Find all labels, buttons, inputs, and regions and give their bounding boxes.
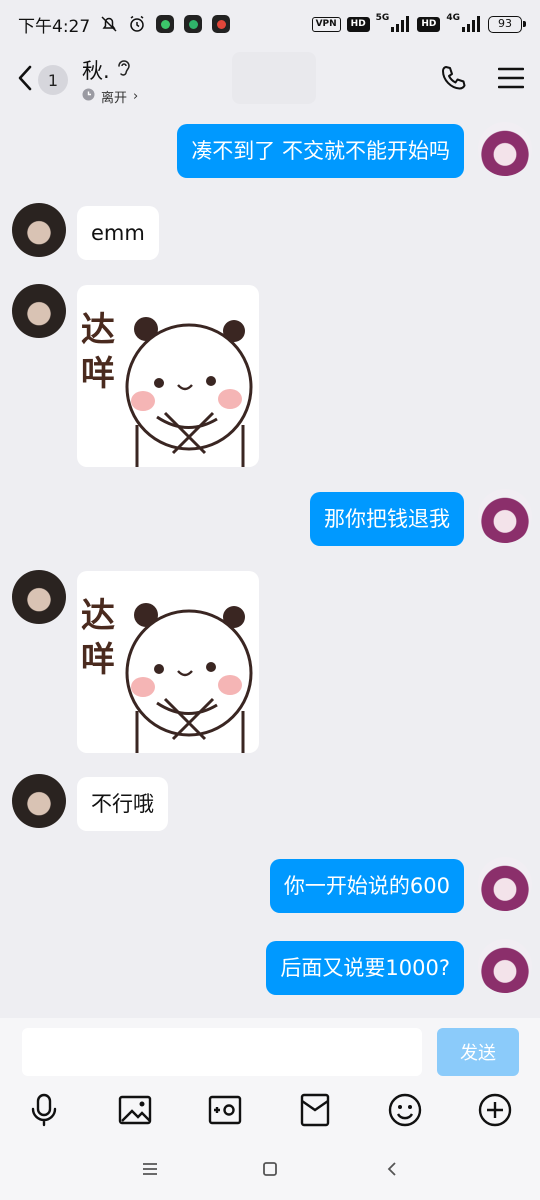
composer-area: 发送 xyxy=(0,1018,540,1200)
send-button[interactable]: 发送 xyxy=(437,1028,519,1076)
online-status[interactable]: 离开 › xyxy=(82,87,138,106)
home-icon[interactable] xyxy=(255,1156,285,1182)
battery-indicator: 93 xyxy=(488,15,526,33)
contact-avatar[interactable] xyxy=(12,774,66,828)
chat-title-block[interactable]: 秋. 离开 › xyxy=(82,55,138,106)
contact-avatar[interactable] xyxy=(12,203,66,257)
vpn-badge: VPN xyxy=(311,16,341,32)
self-avatar[interactable] xyxy=(478,939,532,993)
header-placeholder-block xyxy=(232,52,316,104)
network-type-1: 5G xyxy=(375,13,390,23)
status-text: 离开 xyxy=(101,90,128,106)
self-avatar[interactable] xyxy=(478,857,532,911)
wechat-app-icon xyxy=(156,15,175,33)
emoji-icon[interactable] xyxy=(385,1090,425,1130)
chevron-left-icon xyxy=(16,64,34,96)
self-avatar[interactable] xyxy=(478,122,532,176)
network-type-2: 4G xyxy=(446,13,460,23)
clock-icon xyxy=(82,88,95,105)
back-button[interactable]: 1 xyxy=(16,64,68,96)
status-time: 下午4:27 xyxy=(18,16,91,37)
sticker-message[interactable]: 达咩 xyxy=(77,285,259,467)
mic-icon[interactable] xyxy=(24,1090,64,1130)
signal-icon-2 xyxy=(462,16,482,32)
phone-call-button[interactable] xyxy=(440,65,466,95)
hd-badge-2: HD xyxy=(417,16,441,32)
message-bubble-self[interactable]: 凑不到了 不交就不能开始吗 xyxy=(177,124,464,178)
image-icon[interactable] xyxy=(115,1090,155,1130)
system-nav-bar xyxy=(0,1148,540,1190)
menu-button[interactable] xyxy=(497,67,525,93)
hd-badge-1: HD xyxy=(346,16,370,32)
message-bubble-self[interactable]: 那你把钱退我 xyxy=(310,492,464,546)
self-avatar[interactable] xyxy=(478,489,532,543)
contact-avatar[interactable] xyxy=(12,284,66,338)
red-packet-icon[interactable] xyxy=(295,1090,335,1130)
mute-bell-icon xyxy=(100,15,118,33)
chat-header: 1 秋. 离开 › xyxy=(0,48,540,112)
message-bubble-other[interactable]: 不行哦 xyxy=(77,777,168,831)
contact-name: 秋. xyxy=(82,58,110,83)
message-bubble-other[interactable]: emm xyxy=(77,206,159,260)
camera-icon[interactable] xyxy=(205,1090,245,1130)
red-app-icon xyxy=(212,15,231,33)
contact-avatar[interactable] xyxy=(12,570,66,624)
back-icon[interactable] xyxy=(377,1156,407,1182)
message-bubble-self[interactable]: 后面又说要1000? xyxy=(266,941,464,995)
message-bubble-self[interactable]: 你一开始说的600 xyxy=(269,859,464,913)
sticker-message[interactable]: 达咩 xyxy=(77,571,259,753)
ear-icon xyxy=(116,58,132,82)
shield-app-icon xyxy=(184,15,203,33)
menu-icon[interactable] xyxy=(135,1156,165,1182)
unread-count-badge: 1 xyxy=(38,65,68,95)
status-chevron-icon: › xyxy=(133,88,139,104)
alarm-icon xyxy=(128,15,146,33)
sticker-caption: 达咩 xyxy=(81,310,115,394)
status-bar: 下午4:27 VPN HD 5G HD 4G 93 xyxy=(0,0,540,48)
message-input[interactable] xyxy=(22,1028,422,1076)
composer-toolbar xyxy=(0,1090,540,1132)
panda-sticker-image: 达咩 xyxy=(81,310,253,467)
signal-icon-1 xyxy=(391,16,411,32)
plus-icon[interactable] xyxy=(475,1090,515,1130)
panda-sticker-image: 达咩 xyxy=(81,596,253,753)
sticker-caption: 达咩 xyxy=(81,596,115,680)
